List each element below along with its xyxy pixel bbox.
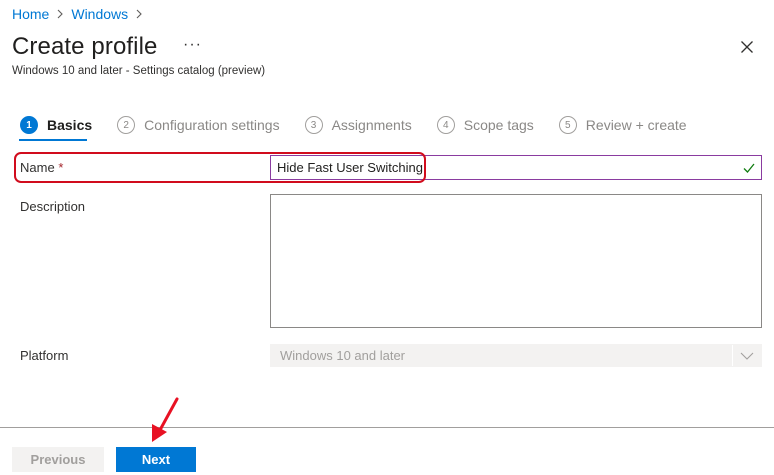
step-review-create[interactable]: 5 Review + create	[558, 116, 687, 134]
step-label: Assignments	[331, 117, 412, 133]
step-scope-tags[interactable]: 4 Scope tags	[436, 116, 534, 134]
chevron-right-icon	[135, 9, 143, 19]
active-step-indicator	[19, 139, 87, 141]
page-subtitle: Windows 10 and later - Settings catalog …	[12, 65, 266, 77]
chevron-down-icon	[740, 350, 754, 362]
breadcrumb: Home Windows	[12, 6, 150, 22]
footer-divider	[0, 427, 774, 428]
platform-label: Platform	[20, 348, 69, 363]
platform-select: Windows 10 and later	[270, 344, 762, 367]
previous-button[interactable]: Previous	[12, 447, 104, 472]
description-textarea[interactable]	[270, 194, 762, 328]
step-assignments[interactable]: 3 Assignments	[304, 116, 412, 134]
more-icon[interactable]: ···	[183, 36, 202, 54]
step-number: 3	[304, 116, 323, 134]
breadcrumb-windows-link[interactable]: Windows	[71, 6, 128, 22]
step-label: Scope tags	[463, 117, 534, 133]
close-icon[interactable]	[740, 40, 754, 54]
annotation-arrow-icon	[148, 396, 182, 444]
step-configuration-settings[interactable]: 2 Configuration settings	[117, 116, 280, 134]
step-label: Basics	[47, 117, 93, 133]
step-number: 1	[20, 116, 38, 134]
platform-select-value: Windows 10 and later	[280, 348, 406, 363]
annotation-highlight-box	[14, 152, 426, 183]
page-title: Create profile	[12, 33, 158, 60]
wizard-steps: 1 Basics 2 Configuration settings 3 Assi…	[20, 116, 712, 134]
breadcrumb-home-link[interactable]: Home	[12, 6, 49, 22]
description-label: Description	[20, 199, 86, 214]
next-button[interactable]: Next	[116, 447, 196, 472]
checkmark-icon	[743, 161, 755, 173]
select-divider	[732, 345, 733, 366]
step-number: 4	[436, 116, 455, 134]
step-number: 2	[117, 116, 136, 134]
step-number: 5	[558, 116, 577, 134]
step-basics[interactable]: 1 Basics	[20, 116, 92, 134]
step-label: Review + create	[585, 117, 687, 133]
step-label: Configuration settings	[144, 117, 280, 133]
chevron-right-icon	[56, 9, 64, 19]
